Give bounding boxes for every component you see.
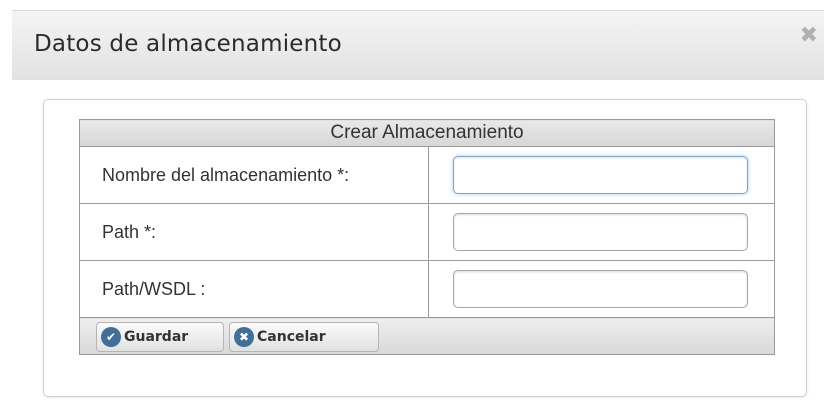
path-label: Path *:	[79, 203, 429, 261]
form-row-name: Nombre del almacenamiento *:	[79, 146, 775, 204]
wsdl-label: Path/WSDL :	[79, 260, 429, 318]
button-bar-cell: ✔ Guardar ✖ Cancelar	[79, 317, 775, 355]
path-input[interactable]	[453, 213, 748, 251]
check-circle-icon: ✔	[101, 327, 121, 347]
dialog-title: Datos de almacenamiento	[34, 31, 342, 57]
wsdl-cell	[428, 260, 775, 318]
cancel-button[interactable]: ✖ Cancelar	[229, 322, 379, 352]
save-button-label: Guardar	[124, 329, 189, 345]
cancel-button-label: Cancelar	[257, 329, 326, 345]
button-bar: ✔ Guardar ✖ Cancelar	[79, 317, 775, 355]
storage-name-label: Nombre del almacenamiento *:	[79, 146, 429, 204]
form-header-row: Crear Almacenamiento	[79, 119, 775, 147]
path-cell	[428, 203, 775, 261]
x-circle-icon: ✖	[234, 327, 254, 347]
close-icon[interactable]: ✖	[800, 25, 818, 47]
wsdl-input[interactable]	[453, 270, 748, 308]
form-header: Crear Almacenamiento	[79, 119, 775, 147]
form-row-path: Path *:	[79, 203, 775, 261]
storage-name-input[interactable]	[453, 156, 748, 194]
storage-form: Crear Almacenamiento Nombre del almacena…	[79, 119, 775, 355]
save-button[interactable]: ✔ Guardar	[96, 322, 224, 352]
form-row-wsdl: Path/WSDL :	[79, 260, 775, 318]
storage-name-cell	[428, 146, 775, 204]
dialog-header: Datos de almacenamiento ✖	[12, 10, 824, 80]
